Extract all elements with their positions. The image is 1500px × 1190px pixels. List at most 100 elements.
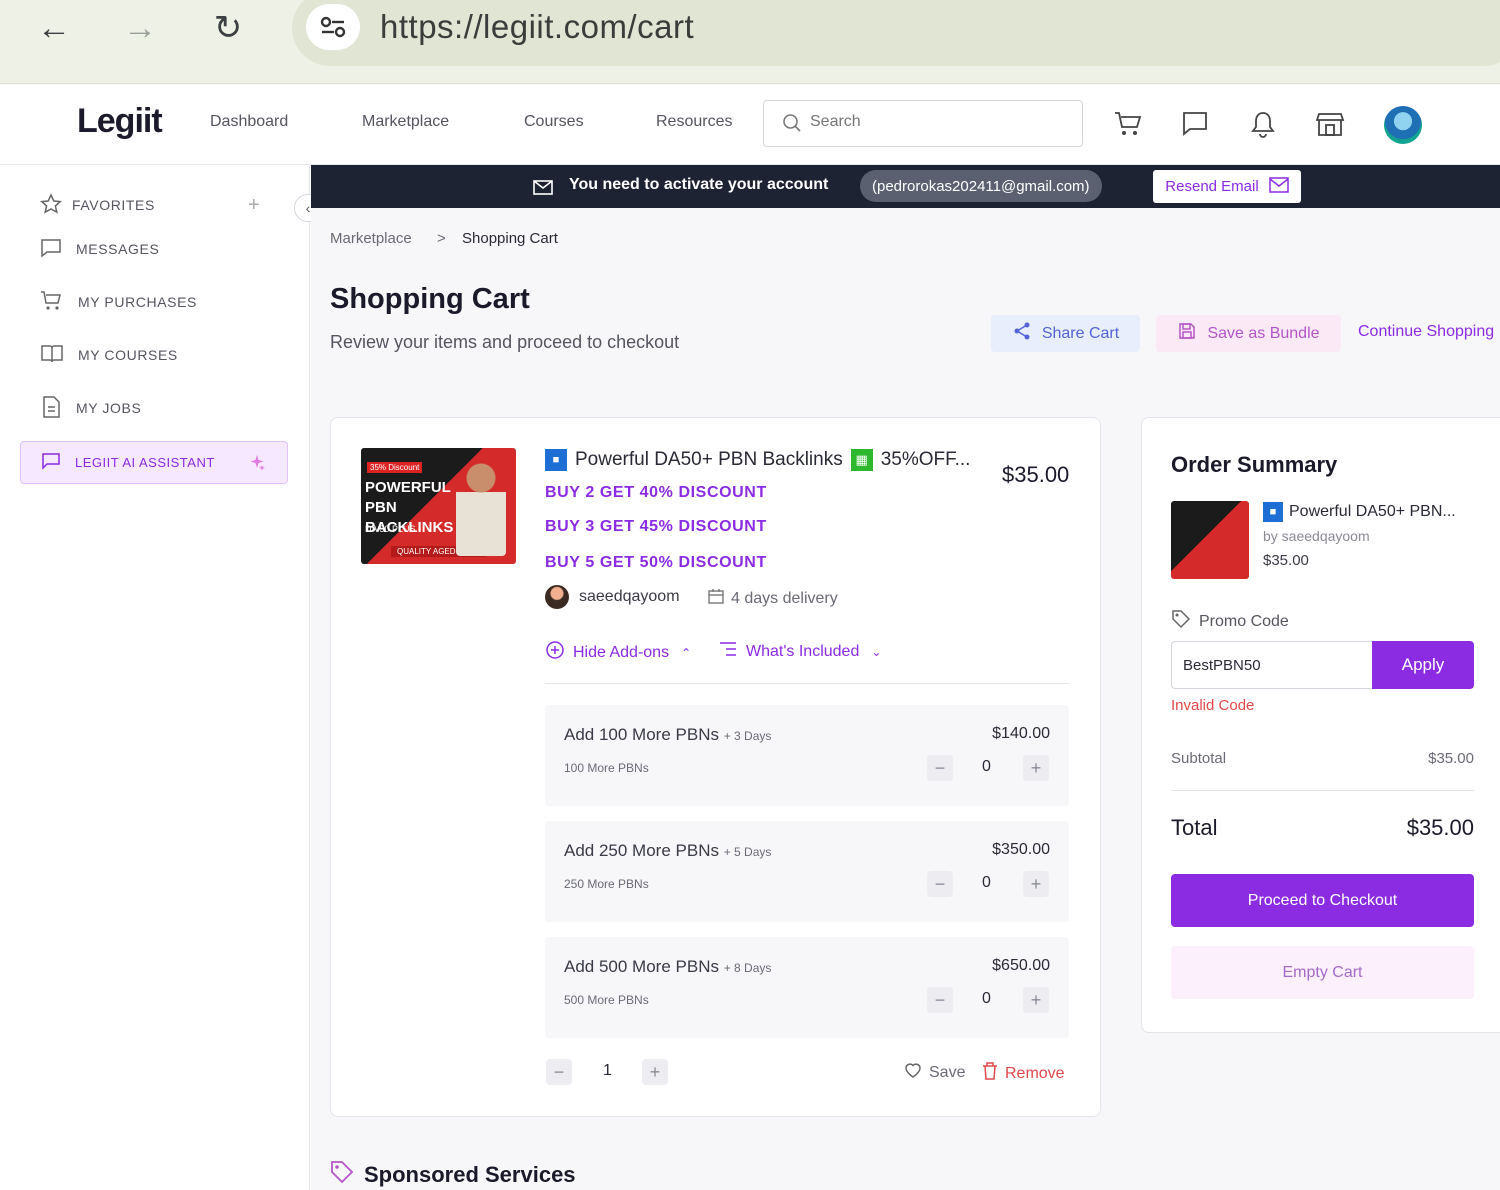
url-text[interactable]: https://legiit.com/cart bbox=[380, 8, 694, 46]
product-title[interactable]: ■ Powerful DA50+ PBN Backlinks ▦ 35%OFF.… bbox=[545, 449, 970, 471]
total-label: Total bbox=[1171, 815, 1218, 840]
sidebar-item-ai-assistant[interactable]: LEGIIT AI ASSISTANT bbox=[20, 441, 288, 484]
chevron-down-icon: ⌄ bbox=[871, 644, 882, 659]
share-icon bbox=[1012, 321, 1032, 346]
sidebar-item-my-courses[interactable]: MY COURSES bbox=[40, 340, 178, 370]
reload-icon[interactable]: ↻ bbox=[206, 8, 250, 48]
decrement-button[interactable]: − bbox=[927, 987, 953, 1013]
sidebar-item-messages[interactable]: MESSAGES bbox=[40, 234, 159, 264]
calendar-icon bbox=[707, 587, 725, 610]
sidebar-item-my-purchases[interactable]: MY PURCHASES bbox=[40, 287, 197, 317]
chat-icon[interactable] bbox=[1179, 108, 1211, 140]
offer-line: BUY 3 GET 45% DISCOUNT bbox=[545, 518, 767, 535]
proceed-to-checkout-button[interactable]: Proceed to Checkout bbox=[1171, 874, 1474, 927]
sponsored-services-heading: Sponsored Services bbox=[330, 1160, 576, 1190]
addon-quantity: 0 bbox=[982, 758, 991, 775]
whats-included-toggle[interactable]: What's Included ⌄ bbox=[718, 640, 881, 663]
subtotal-value: $35.00 bbox=[1428, 750, 1474, 767]
breadcrumb-marketplace[interactable]: Marketplace bbox=[330, 230, 412, 247]
cart-icon[interactable] bbox=[1112, 108, 1144, 140]
message-icon bbox=[40, 237, 62, 262]
apply-promo-button[interactable]: Apply bbox=[1372, 641, 1474, 689]
save-as-bundle-button[interactable]: Save as Bundle bbox=[1156, 315, 1341, 352]
increment-button[interactable]: + bbox=[1023, 871, 1049, 897]
product-thumbnail[interactable]: 35% Discount POWERFUL PBN BACKLINKS DA 5… bbox=[361, 448, 516, 564]
decrement-button[interactable]: − bbox=[927, 755, 953, 781]
list-icon bbox=[718, 640, 738, 663]
seller-avatar bbox=[545, 585, 569, 609]
heart-icon bbox=[903, 1061, 923, 1084]
seller-photo bbox=[456, 456, 506, 556]
continue-shopping-link[interactable]: Continue Shopping bbox=[1358, 323, 1494, 341]
activation-message: You need to activate your account bbox=[569, 176, 829, 193]
search-input[interactable] bbox=[810, 113, 1070, 131]
back-icon[interactable]: ← bbox=[32, 8, 76, 48]
search-icon bbox=[782, 113, 802, 138]
increment-button[interactable]: + bbox=[1023, 987, 1049, 1013]
message-icon bbox=[41, 451, 61, 474]
chevron-up-icon: ⌃ bbox=[681, 645, 692, 660]
quantity-increment-button[interactable]: + bbox=[642, 1059, 668, 1085]
decrement-button[interactable]: − bbox=[927, 871, 953, 897]
summary-thumbnail bbox=[1171, 501, 1249, 579]
remove-item-button[interactable]: Remove bbox=[981, 1061, 1065, 1086]
share-cart-button[interactable]: Share Cart bbox=[991, 315, 1140, 352]
offer-line: BUY 2 GET 40% DISCOUNT bbox=[545, 484, 767, 501]
store-icon[interactable] bbox=[1314, 108, 1346, 140]
resend-email-button[interactable]: Resend Email bbox=[1153, 170, 1301, 203]
subtotal-label: Subtotal bbox=[1171, 750, 1227, 767]
bell-icon[interactable] bbox=[1247, 108, 1279, 140]
sidebar bbox=[0, 165, 310, 1190]
page-subtitle: Review your items and proceed to checkou… bbox=[330, 332, 680, 352]
star-icon bbox=[40, 192, 62, 218]
nav-dashboard[interactable]: Dashboard bbox=[210, 113, 288, 131]
save-icon bbox=[1177, 321, 1197, 346]
delivery-info: 4 days delivery bbox=[707, 587, 838, 610]
seller-info[interactable]: saeedqayoom bbox=[545, 585, 680, 609]
nav-resources[interactable]: Resources bbox=[656, 113, 732, 131]
summary-item-name[interactable]: ■ Powerful DA50+ PBN... bbox=[1263, 502, 1456, 522]
sidebar-item-favorites[interactable]: FAVORITES bbox=[40, 190, 155, 220]
item-quantity: 1 bbox=[603, 1062, 612, 1079]
addon-row: Add 250 More PBNs + 5 Days 250 More PBNs… bbox=[545, 821, 1069, 922]
addon-row: Add 500 More PBNs + 8 Days 500 More PBNs… bbox=[545, 937, 1069, 1038]
sidebar-item-my-jobs[interactable]: MY JOBS bbox=[40, 393, 141, 423]
site-settings-icon[interactable] bbox=[306, 4, 360, 50]
empty-cart-button[interactable]: Empty Cart bbox=[1171, 946, 1474, 999]
cart-icon bbox=[40, 290, 64, 315]
offer-line: BUY 5 GET 50% DISCOUNT bbox=[545, 554, 767, 571]
page-title: Shopping Cart bbox=[330, 283, 530, 315]
save-for-later-button[interactable]: Save bbox=[903, 1061, 965, 1084]
activation-email: (pedrorokas202411@gmail.com) bbox=[860, 170, 1102, 202]
total-value: $35.00 bbox=[1406, 815, 1474, 840]
promo-code-label: Promo Code bbox=[1171, 609, 1289, 634]
document-icon bbox=[40, 395, 62, 422]
increment-button[interactable]: + bbox=[1023, 755, 1049, 781]
legiit-logo[interactable]: Legiit bbox=[77, 102, 163, 141]
promo-code-input[interactable] bbox=[1171, 641, 1373, 689]
user-avatar[interactable] bbox=[1384, 106, 1422, 144]
badge-icon: ■ bbox=[545, 449, 567, 471]
nav-courses[interactable]: Courses bbox=[524, 113, 584, 131]
tag-icon bbox=[1171, 609, 1191, 634]
hide-addons-toggle[interactable]: Hide Add-ons ⌃ bbox=[545, 640, 691, 665]
divider bbox=[545, 683, 1069, 684]
order-summary-title: Order Summary bbox=[1171, 452, 1338, 477]
plus-circle-icon bbox=[545, 640, 565, 665]
book-icon bbox=[40, 343, 64, 368]
breadcrumb-current: Shopping Cart bbox=[462, 230, 558, 247]
summary-item-seller: by saeedqayoom bbox=[1263, 528, 1370, 544]
mail-icon bbox=[1268, 176, 1289, 197]
nav-marketplace[interactable]: Marketplace bbox=[362, 113, 449, 131]
addon-row: Add 100 More PBNs + 3 Days 100 More PBNs… bbox=[545, 705, 1069, 806]
add-favorite-icon[interactable]: + bbox=[248, 194, 260, 217]
sparkle-icon bbox=[247, 453, 267, 476]
tag-icon bbox=[330, 1160, 354, 1190]
forward-icon[interactable]: → bbox=[118, 8, 162, 48]
search-box[interactable] bbox=[763, 100, 1083, 147]
breadcrumb-separator: > bbox=[437, 230, 446, 247]
addon-quantity: 0 bbox=[982, 990, 991, 1007]
trash-icon bbox=[981, 1061, 999, 1086]
addon-quantity: 0 bbox=[982, 874, 991, 891]
quantity-decrement-button[interactable]: − bbox=[546, 1059, 572, 1085]
